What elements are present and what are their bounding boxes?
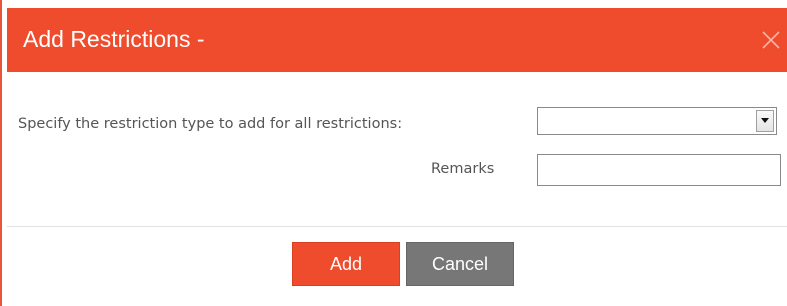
background-window-edge [0,0,2,306]
remarks-input[interactable] [537,154,781,186]
add-button[interactable]: Add [292,242,400,286]
close-icon [762,31,780,49]
dropdown-arrow-icon [761,118,769,123]
close-button[interactable] [760,29,782,51]
restriction-type-label: Specify the restriction type to add for … [18,116,403,132]
dialog-header: Add Restrictions - [7,8,787,72]
remarks-label: Remarks [431,161,495,177]
footer-divider [7,226,787,227]
dialog-title: Add Restrictions - [23,26,205,52]
add-restrictions-dialog: Add Restrictions - Specify the restricti… [7,0,787,306]
dropdown-arrow-button[interactable] [756,110,774,132]
restriction-type-select[interactable] [537,107,777,135]
cancel-button[interactable]: Cancel [406,242,514,286]
page: Add Restrictions - Specify the restricti… [0,0,787,306]
